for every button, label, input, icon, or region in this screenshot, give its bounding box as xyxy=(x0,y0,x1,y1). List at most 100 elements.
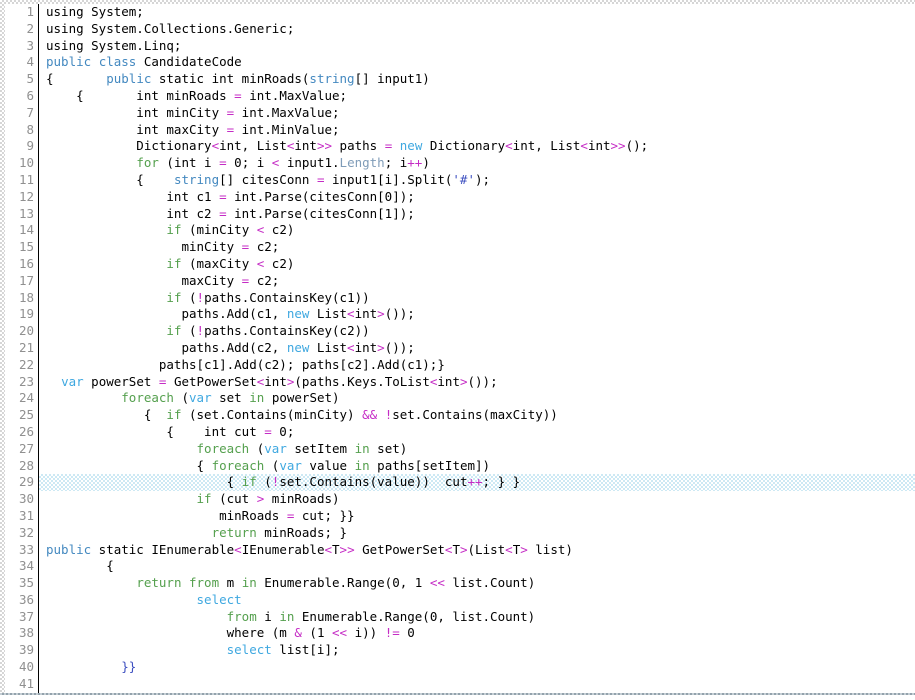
line-number: 22 xyxy=(5,357,39,374)
code-line-text[interactable]: public static IEnumerable<IEnumerable<T>… xyxy=(39,542,915,559)
code-token-plain: GetPowerSet xyxy=(355,542,445,557)
code-line-text[interactable]: minCity = c2; xyxy=(39,239,915,256)
code-line: 36 select xyxy=(5,592,915,609)
code-token-plain: set xyxy=(212,390,250,405)
code-line-text[interactable]: paths[c1].Add(c2); paths[c2].Add(c1);} xyxy=(39,357,915,374)
code-line-text[interactable]: if (!paths.ContainsKey(c1)) xyxy=(39,290,915,307)
code-line-text[interactable]: { int cut = 0; xyxy=(39,424,915,441)
code-line-text[interactable]: return from m in Enumerable.Range(0, 1 <… xyxy=(39,575,915,592)
code-token-kg: in xyxy=(355,441,370,456)
code-line-text[interactable] xyxy=(39,676,915,693)
line-number: 21 xyxy=(5,340,39,357)
code-line-text[interactable]: int c1 = int.Parse(citesConn[0]); xyxy=(39,189,915,206)
code-token-plain: { xyxy=(46,474,242,489)
code-token-plain: setItem xyxy=(287,441,355,456)
code-line-text[interactable]: paths.Add(c2, new List<int>()); xyxy=(39,340,915,357)
code-token-plain: 0; i xyxy=(227,155,272,170)
code-line-text[interactable]: Dictionary<int, List<int>> paths = new D… xyxy=(39,138,915,155)
code-token-plain: c2; xyxy=(249,239,279,254)
code-token-kg: foreach xyxy=(212,458,265,473)
code-token-plain: (set.Contains(minCity) xyxy=(181,407,362,422)
code-line: 5{ public static int minRoads(string[] i… xyxy=(5,71,915,88)
code-line-text[interactable]: where (m & (1 << i)) != 0 xyxy=(39,625,915,642)
code-token-plain: ()); xyxy=(385,340,415,355)
code-token-kg: from xyxy=(227,609,257,624)
code-token-plain xyxy=(46,642,227,657)
code-token-op: < xyxy=(212,138,220,153)
code-token-op: > xyxy=(460,374,468,389)
code-line-text[interactable]: int minCity = int.MaxValue; xyxy=(39,105,915,122)
line-number: 6 xyxy=(5,88,39,105)
code-line-text[interactable]: }} xyxy=(39,659,915,676)
code-token-plain: ( xyxy=(174,390,189,405)
code-line-text[interactable]: { public static int minRoads(string[] in… xyxy=(39,71,915,88)
code-token-plain: int xyxy=(355,306,378,321)
code-line-highlighted: 29 { if (!set.Contains(value)) cut++; } … xyxy=(5,474,915,491)
code-token-op: < xyxy=(324,542,332,557)
code-token-plain: paths xyxy=(332,138,385,153)
code-token-plain: paths.Add(c2, xyxy=(46,340,287,355)
code-line-text[interactable]: int maxCity = int.MinValue; xyxy=(39,122,915,139)
code-line-text[interactable]: return minRoads; } xyxy=(39,525,915,542)
code-token-plain: c2; xyxy=(249,273,279,288)
code-token-plain xyxy=(46,592,197,607)
line-number: 18 xyxy=(5,290,39,307)
code-line: 34 { xyxy=(5,558,915,575)
code-line: 1using System; xyxy=(5,4,915,21)
code-token-plain: set.Contains(maxCity)) xyxy=(392,407,558,422)
code-token-plain: [] input1) xyxy=(355,71,430,86)
code-token-plain: T xyxy=(332,542,340,557)
code-token-plain: list[i]; xyxy=(272,642,340,657)
code-line-text[interactable]: using System.Linq; xyxy=(39,38,915,55)
code-line-text[interactable]: int c2 = int.Parse(citesConn[1]); xyxy=(39,206,915,223)
code-line: 35 return from m in Enumerable.Range(0, … xyxy=(5,575,915,592)
code-line-text[interactable]: paths.Add(c1, new List<int>()); xyxy=(39,306,915,323)
code-line-text[interactable]: { if (set.Contains(minCity) && !set.Cont… xyxy=(39,407,915,424)
code-token-plain: int xyxy=(264,374,287,389)
code-token-op: << xyxy=(332,625,347,640)
code-line: 14 if (minCity < c2) xyxy=(5,222,915,239)
code-line-text[interactable]: var powerSet = GetPowerSet<int>(paths.Ke… xyxy=(39,374,915,391)
code-line-text[interactable]: minRoads = cut; }} xyxy=(39,508,915,525)
line-number: 37 xyxy=(5,609,39,626)
code-token-plain: ( xyxy=(249,441,264,456)
code-token-plain: int c1 xyxy=(46,189,219,204)
code-token-kg: foreach xyxy=(121,390,174,405)
code-token-plain: input1. xyxy=(279,155,339,170)
code-line-text[interactable]: if (maxCity < c2) xyxy=(39,256,915,273)
code-token-plain: Enumerable.Range(0, list.Count) xyxy=(294,609,535,624)
code-token-plain: { xyxy=(46,71,106,86)
code-line-text[interactable]: using System.Collections.Generic; xyxy=(39,21,915,38)
code-token-kc: var xyxy=(264,441,287,456)
code-line-text[interactable]: if (!paths.ContainsKey(c2)) xyxy=(39,323,915,340)
line-number: 19 xyxy=(5,306,39,323)
code-line-text[interactable]: for (int i = 0; i < input1.Length; i++) xyxy=(39,155,915,172)
line-number: 20 xyxy=(5,323,39,340)
code-line-text[interactable]: { string[] citesConn = input1[i].Split('… xyxy=(39,172,915,189)
code-line-text[interactable]: using System; xyxy=(39,4,915,21)
code-line-text[interactable]: { if (!set.Contains(value)) cut++; } } xyxy=(39,474,915,491)
code-line-text[interactable]: select list[i]; xyxy=(39,642,915,659)
line-number: 34 xyxy=(5,558,39,575)
code-token-op: >> xyxy=(340,542,355,557)
code-token-kc: select xyxy=(227,642,272,657)
code-line-text[interactable]: maxCity = c2; xyxy=(39,273,915,290)
code-token-plain: int.MaxValue; xyxy=(242,88,347,103)
code-line-text[interactable]: { int minRoads = int.MaxValue; xyxy=(39,88,915,105)
line-number: 2 xyxy=(5,21,39,38)
line-number: 31 xyxy=(5,508,39,525)
line-number: 30 xyxy=(5,491,39,508)
code-line-text[interactable]: if (cut > minRoads) xyxy=(39,491,915,508)
code-token-plain: using System.Linq; xyxy=(46,38,181,53)
code-token-plain: (minCity xyxy=(181,222,256,237)
code-line-text[interactable]: select xyxy=(39,592,915,609)
code-line-text[interactable]: public class CandidateCode xyxy=(39,54,915,71)
code-line-text[interactable]: if (minCity < c2) xyxy=(39,222,915,239)
code-token-plain: ); xyxy=(475,172,490,187)
code-line-text[interactable]: from i in Enumerable.Range(0, list.Count… xyxy=(39,609,915,626)
code-line-text[interactable]: foreach (var set in powerSet) xyxy=(39,390,915,407)
code-line-text[interactable]: { xyxy=(39,558,915,575)
code-line-text[interactable]: { foreach (var value in paths[setItem]) xyxy=(39,458,915,475)
code-line-text[interactable]: foreach (var setItem in set) xyxy=(39,441,915,458)
code-token-plain: (int i xyxy=(159,155,219,170)
